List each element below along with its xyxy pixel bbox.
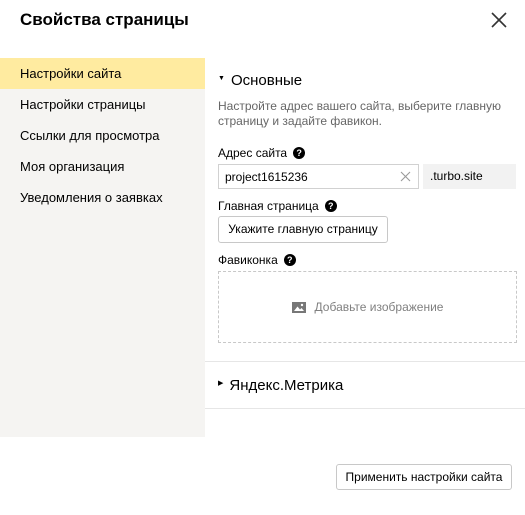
main-page-label-text: Главная страница [218,199,319,213]
section-basic-toggle[interactable]: ▼ Основные [218,72,302,90]
section-basic-description: Настройте адрес вашего сайта, выберите г… [218,99,501,128]
clear-icon [399,170,412,183]
favicon-upload-content: Добавьте изображение [219,272,516,342]
section-metrika-title: Яндекс.Метрика [229,377,344,394]
address-field [218,164,419,189]
settings-content: ▼ Основные Настройте адрес вашего сайта, … [205,58,525,437]
section-metrika-toggle[interactable]: ▶ Яндекс.Метрика [218,377,343,395]
address-field-label: Адрес сайта? [218,146,306,161]
sidebar-item-page-settings[interactable]: Настройки страницы [0,89,205,120]
help-icon[interactable]: ? [293,146,306,159]
settings-sidebar: Настройки сайта Настройки страницы Ссылк… [0,58,205,437]
dialog-title: Свойства страницы [20,10,189,29]
sidebar-item-preview-links[interactable]: Ссылки для просмотра [0,120,205,151]
apply-site-settings-button[interactable]: Применить настройки сайта [336,464,512,490]
section-basic-title: Основные [230,72,303,89]
dialog-header: Свойства страницы [0,0,525,58]
favicon-upload-area[interactable]: Добавьте изображение [218,271,517,343]
site-address-input[interactable] [219,165,397,188]
favicon-field-label: Фавиконка? [218,253,296,268]
page-properties-dialog: Свойства страницы Настройки сайта Настро… [0,0,525,515]
clear-address-button[interactable] [399,170,412,183]
section-divider [205,361,525,362]
help-icon[interactable]: ? [324,199,337,212]
favicon-add-label: Добавьте изображение [314,300,444,314]
select-main-page-button[interactable]: Укажите главную страницу [218,216,388,243]
help-icon[interactable]: ? [283,253,296,266]
section-divider [205,408,525,409]
sidebar-item-site-settings[interactable]: Настройки сайта [0,58,205,89]
close-icon [488,9,510,31]
domain-suffix: .turbo.site [423,164,516,189]
triangle-down-icon: ▼ [218,75,225,83]
sidebar-item-my-organization[interactable]: Моя организация [0,151,205,182]
close-button[interactable] [488,9,510,31]
address-label-text: Адрес сайта [218,146,288,160]
favicon-label-text: Фавиконка [218,253,278,267]
sidebar-item-request-notifications[interactable]: Уведомления о заявках [0,182,205,213]
main-page-field-label: Главная страница? [218,199,337,214]
image-icon [291,301,306,313]
triangle-right-icon: ▶ [218,380,224,388]
